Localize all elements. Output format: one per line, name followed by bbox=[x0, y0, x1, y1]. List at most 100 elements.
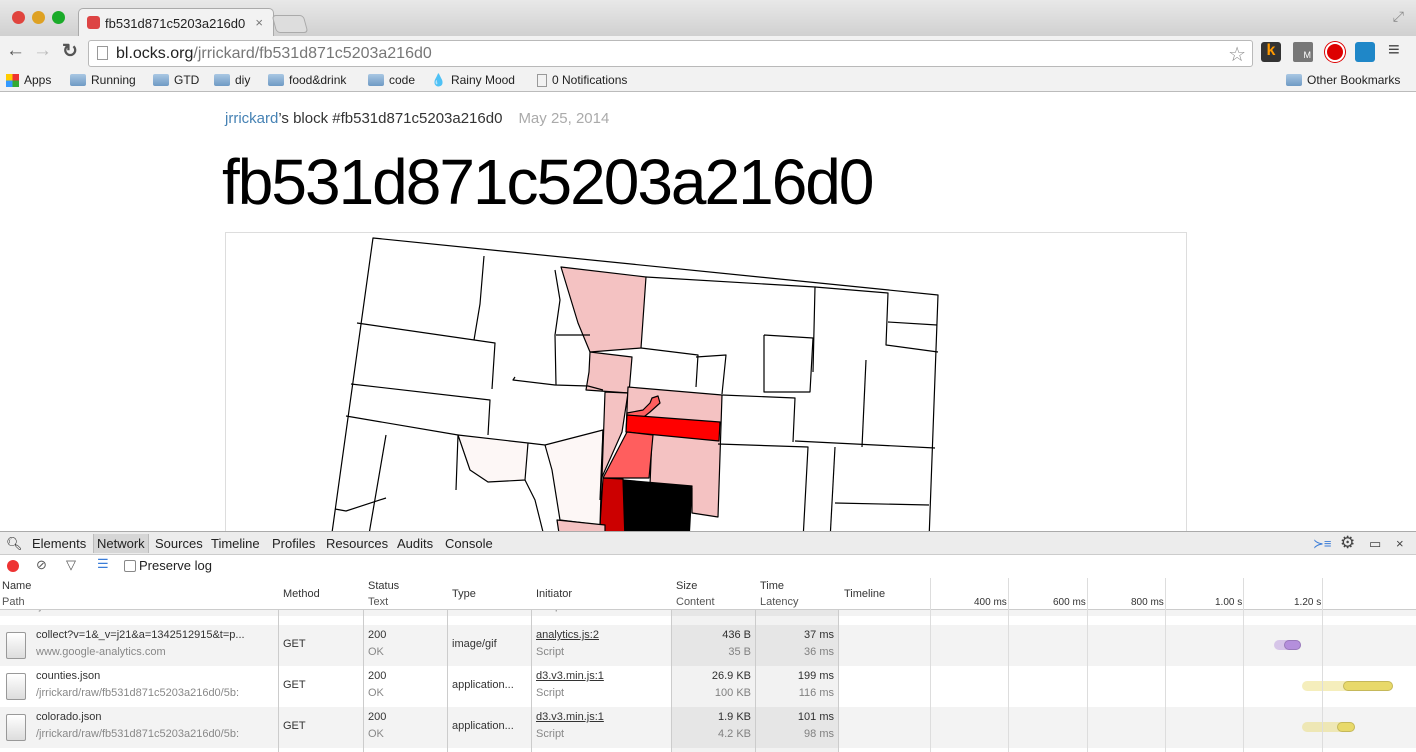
extension-k-icon[interactable]: k bbox=[1261, 42, 1281, 62]
row-initiator-type: Script bbox=[536, 646, 565, 658]
address-bar[interactable]: bl.ocks.org/jrrickard/fb531d871c5203a216… bbox=[88, 40, 1253, 67]
bookmark-label: Apps bbox=[24, 73, 52, 87]
tab-profiles[interactable]: Profiles bbox=[272, 536, 315, 551]
bookmark-gtd[interactable]: GTD bbox=[153, 73, 199, 87]
folder-icon bbox=[214, 74, 230, 86]
tab-resources[interactable]: Resources bbox=[326, 536, 388, 551]
preserve-log-checkbox[interactable] bbox=[124, 560, 136, 572]
header-timeline[interactable]: Timeline bbox=[844, 586, 885, 603]
fullscreen-icon[interactable]: ⤢ bbox=[1393, 8, 1404, 25]
dock-icon[interactable]: ▭ bbox=[1369, 536, 1381, 552]
page-icon bbox=[537, 73, 547, 87]
header-type[interactable]: Type bbox=[452, 586, 476, 603]
bookmark-apps[interactable]: Apps bbox=[6, 73, 51, 87]
timeline-tick: 600 ms bbox=[1053, 597, 1086, 608]
raindrop-icon: 💧 bbox=[431, 73, 446, 87]
tab-network[interactable]: Network bbox=[93, 534, 149, 553]
tab-audits[interactable]: Audits bbox=[397, 536, 433, 551]
back-button[interactable]: ← bbox=[6, 40, 25, 62]
trello-icon[interactable] bbox=[1355, 42, 1375, 62]
row-type: image/gif bbox=[452, 638, 497, 650]
colorado-county-map bbox=[331, 237, 939, 531]
folder-icon bbox=[70, 74, 86, 86]
forward-button[interactable]: → bbox=[33, 40, 52, 62]
new-tab-button[interactable] bbox=[271, 15, 309, 33]
row-status: 200 bbox=[368, 711, 387, 723]
header-initiator[interactable]: Initiator bbox=[536, 586, 572, 603]
settings-gear-icon[interactable]: ⚙ bbox=[1340, 533, 1355, 553]
row-name: colorado.json bbox=[36, 711, 102, 723]
header-status[interactable]: Status bbox=[368, 578, 399, 595]
reload-button[interactable]: ↻ bbox=[62, 40, 78, 63]
bookmark-notifications[interactable]: 0 Notifications bbox=[537, 73, 627, 87]
zoom-window-button[interactable] bbox=[52, 11, 65, 24]
url-host: bl.ocks.org bbox=[116, 45, 194, 62]
record-icon[interactable] bbox=[7, 560, 19, 572]
row-path: /jrrickard/raw/fb531d871c5203a216d0/5b: bbox=[36, 728, 240, 740]
tab-sources[interactable]: Sources bbox=[155, 536, 203, 551]
network-table: /jrrickard/raw/fb531d871c5203a216d0/5b: … bbox=[0, 578, 1416, 752]
large-rows-icon[interactable]: ☰ bbox=[97, 556, 109, 572]
row-status: 200 bbox=[368, 670, 387, 682]
header-method[interactable]: Method bbox=[283, 586, 320, 603]
bookmark-diy[interactable]: diy bbox=[214, 73, 250, 87]
tab-elements[interactable]: Elements bbox=[32, 536, 86, 551]
row-status-text: OK bbox=[368, 728, 384, 740]
file-icon bbox=[6, 632, 26, 659]
header-path[interactable]: Path bbox=[2, 594, 25, 611]
folder-icon bbox=[153, 74, 169, 86]
row-initiator-link[interactable]: analytics.js:2 bbox=[536, 627, 599, 644]
menu-icon[interactable]: ≡ bbox=[1388, 39, 1400, 62]
tab-close-icon[interactable]: × bbox=[255, 15, 263, 30]
tab-console[interactable]: Console bbox=[445, 536, 493, 551]
bookmark-label: food&drink bbox=[289, 73, 347, 87]
row-type: application... bbox=[452, 720, 514, 732]
bookmark-other[interactable]: Other Bookmarks bbox=[1286, 73, 1400, 87]
bookmark-code[interactable]: code bbox=[368, 73, 415, 87]
preserve-log-label: Preserve log bbox=[139, 558, 212, 573]
timeline-tick: 800 ms bbox=[1131, 597, 1164, 608]
timeline-download-bar[interactable] bbox=[1284, 640, 1301, 650]
timeline-download-bar[interactable] bbox=[1337, 722, 1355, 732]
filter-icon[interactable]: ▽ bbox=[66, 557, 76, 573]
row-initiator-link[interactable]: d3.v3.min.js:1 bbox=[536, 668, 604, 685]
header-name[interactable]: Name bbox=[2, 578, 31, 595]
timeline-download-bar[interactable] bbox=[1343, 681, 1393, 691]
file-icon bbox=[6, 714, 26, 741]
clear-icon[interactable]: ⊘ bbox=[36, 557, 47, 573]
row-initiator-link[interactable]: d3.v3.min.js:1 bbox=[536, 709, 604, 726]
console-drawer-icon[interactable]: ≻≡ bbox=[1313, 536, 1331, 552]
bookmark-rainy-mood[interactable]: 💧 Rainy Mood bbox=[431, 73, 515, 87]
header-size[interactable]: Size bbox=[676, 578, 697, 595]
row-path: /jrrickard/raw/fb531d871c5203a216d0/5b: bbox=[36, 687, 240, 699]
adblock-icon[interactable] bbox=[1325, 42, 1345, 62]
bookmark-star-icon[interactable]: ☆ bbox=[1228, 42, 1246, 67]
bookmark-label: Running bbox=[91, 73, 136, 87]
bookmark-food-drink[interactable]: food&drink bbox=[268, 73, 346, 87]
tab-timeline[interactable]: Timeline bbox=[211, 536, 260, 551]
timeline-tick: 400 ms bbox=[974, 597, 1007, 608]
devtools-tabbar: 🔍︎ Elements Network Sources Timeline Pro… bbox=[0, 531, 1416, 555]
header-content[interactable]: Content bbox=[676, 594, 715, 611]
extension-m-icon[interactable]: M bbox=[1293, 42, 1313, 62]
timeline-tick: 1.00 s bbox=[1215, 597, 1243, 608]
header-time[interactable]: Time bbox=[760, 578, 784, 595]
network-toolbar: ⊘ ▽ ☰ Preserve log bbox=[0, 555, 1416, 578]
close-devtools-icon[interactable]: × bbox=[1396, 536, 1404, 551]
page-content: jrrickard’s block #fb531d871c5203a216d0 M… bbox=[0, 93, 1416, 531]
browser-tab[interactable]: fb531d871c5203a216d0 × bbox=[78, 8, 274, 36]
folder-icon bbox=[368, 74, 384, 86]
row-name: counties.json bbox=[36, 670, 101, 682]
row-initiator-type: Script bbox=[536, 687, 565, 699]
page-icon bbox=[97, 46, 108, 60]
minimize-window-button[interactable] bbox=[32, 11, 45, 24]
devtools-search-icon[interactable]: 🔍︎ bbox=[6, 536, 23, 552]
row-method: GET bbox=[283, 679, 306, 691]
close-window-button[interactable] bbox=[12, 11, 25, 24]
header-text[interactable]: Text bbox=[368, 594, 388, 611]
row-method: GET bbox=[283, 638, 306, 650]
header-latency[interactable]: Latency bbox=[760, 594, 799, 611]
bookmark-label: diy bbox=[235, 73, 251, 87]
bookmark-running[interactable]: Running bbox=[70, 73, 136, 87]
tab-title: fb531d871c5203a216d0 bbox=[105, 16, 246, 31]
